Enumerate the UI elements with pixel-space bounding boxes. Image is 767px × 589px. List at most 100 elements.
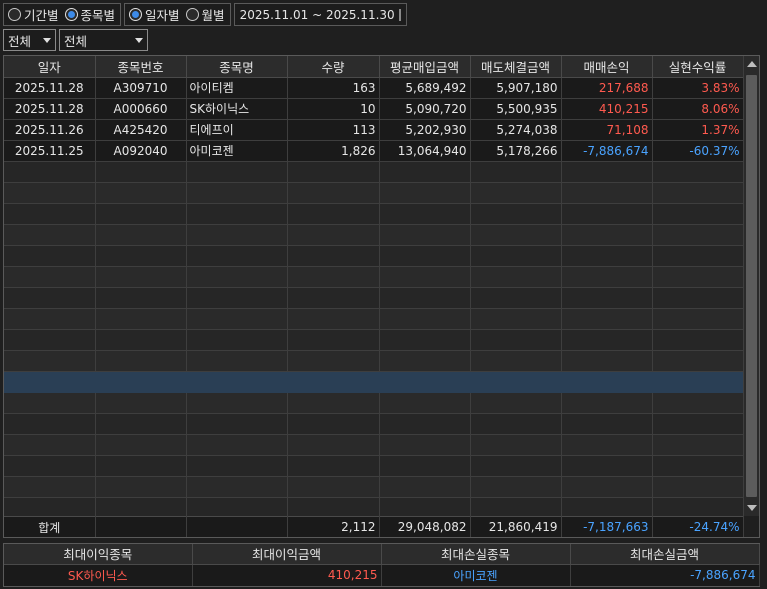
empty-row[interactable] [4, 350, 744, 372]
empty-cell [186, 161, 288, 183]
summary-value-row: SK하이닉스 410,215 아미코젠 -7,886,674 [4, 564, 760, 586]
empty-cell [379, 287, 471, 309]
empty-cell [652, 308, 744, 330]
account-filter-dropdown[interactable]: 전체 [3, 29, 56, 51]
cell-date: 2025.11.25 [4, 140, 96, 162]
empty-row[interactable] [4, 224, 744, 246]
col-header-pnl[interactable]: 매매손익 [561, 56, 653, 78]
col-header-avg-buy[interactable]: 평균매입금액 [379, 56, 471, 78]
empty-cell [652, 350, 744, 372]
table-row[interactable]: 2025.11.26 A425420 티에프이 113 5,202,930 5,… [4, 119, 744, 141]
total-empty-cell [186, 516, 288, 537]
table-row[interactable]: 2025.11.25 A092040 아미코젠 1,826 13,064,940… [4, 140, 744, 162]
summary-header-max-loss-amount: 최대손실금액 [570, 544, 760, 565]
radio-monthly-label[interactable]: 월별 [202, 5, 225, 24]
empty-cell [379, 497, 471, 519]
empty-row[interactable] [4, 182, 744, 204]
max-profit-amount: 410,215 [192, 564, 382, 586]
empty-cell [379, 308, 471, 330]
empty-cell [186, 476, 288, 498]
radio-by-stock-label[interactable]: 종목별 [81, 5, 116, 24]
category-filter-dropdown[interactable]: 전체 [59, 29, 148, 51]
radio-daily-label[interactable]: 일자별 [145, 5, 180, 24]
empty-cell [287, 476, 380, 498]
empty-row[interactable] [4, 203, 744, 225]
radio-daily[interactable]: 일자별 [129, 5, 180, 24]
empty-cell [470, 476, 562, 498]
empty-cell [561, 413, 653, 435]
cell-qty: 113 [287, 119, 380, 141]
empty-row[interactable] [4, 392, 744, 414]
empty-cell [561, 182, 653, 204]
summary-header-max-profit-amount: 최대이익금액 [192, 544, 382, 565]
empty-row[interactable] [4, 308, 744, 330]
radio-monthly[interactable]: 월별 [185, 5, 225, 24]
empty-cell [470, 413, 562, 435]
scroll-thumb[interactable] [746, 75, 757, 497]
empty-row[interactable] [4, 413, 744, 435]
empty-cell [652, 224, 744, 246]
col-header-date[interactable]: 일자 [4, 56, 96, 78]
selected-empty-row[interactable] [4, 371, 744, 393]
radio-period[interactable]: 기간별 [8, 5, 59, 24]
cell-avg-buy: 13,064,940 [379, 140, 471, 162]
radio-period-label[interactable]: 기간별 [24, 5, 59, 24]
empty-cell [4, 497, 96, 519]
category-filter-value[interactable]: 전체 [64, 31, 131, 50]
radio-by-stock[interactable]: 종목별 [64, 5, 116, 24]
empty-cell [4, 287, 96, 309]
chevron-down-icon[interactable] [43, 37, 51, 43]
col-header-qty[interactable]: 수량 [287, 56, 380, 78]
chevron-down-icon[interactable] [135, 37, 143, 43]
empty-cell [95, 287, 187, 309]
empty-row[interactable] [4, 329, 744, 351]
radio-period-indicator[interactable] [8, 8, 21, 21]
radio-monthly-indicator[interactable] [185, 8, 199, 21]
total-label: 합계 [4, 516, 96, 537]
calendar-icon[interactable] [398, 8, 401, 21]
col-header-rate[interactable]: 실현수익률 [652, 56, 744, 78]
vertical-scrollbar[interactable] [743, 56, 759, 516]
scroll-down-arrow-icon[interactable] [747, 505, 757, 511]
empty-row[interactable] [4, 161, 744, 183]
col-header-code[interactable]: 종목번호 [95, 56, 187, 78]
account-filter-value[interactable]: 전체 [8, 31, 39, 50]
empty-cell [186, 371, 288, 393]
date-range-input[interactable]: 2025.11.01 ~ 2025.11.30 [233, 3, 407, 26]
empty-row[interactable] [4, 287, 744, 309]
empty-cell [379, 434, 471, 456]
empty-cell [379, 266, 471, 288]
col-header-sell-amount[interactable]: 매도체결금액 [470, 56, 562, 78]
empty-cell [652, 245, 744, 267]
col-header-name[interactable]: 종목명 [186, 56, 288, 78]
total-pnl: -7,187,663 [561, 516, 653, 537]
empty-row[interactable] [4, 434, 744, 456]
empty-row[interactable] [4, 476, 744, 498]
radio-daily-indicator[interactable] [129, 8, 143, 21]
cell-code: A092040 [95, 140, 187, 162]
radio-by-stock-indicator[interactable] [64, 8, 78, 21]
empty-cell [95, 224, 187, 246]
empty-row[interactable] [4, 245, 744, 267]
empty-cell [561, 203, 653, 225]
empty-row[interactable] [4, 455, 744, 477]
table-row[interactable]: 2025.11.28 A000660 SK하이닉스 10 5,090,720 5… [4, 98, 744, 120]
empty-cell [287, 308, 380, 330]
date-range-text[interactable]: 2025.11.01 ~ 2025.11.30 [240, 8, 395, 22]
empty-cell [652, 434, 744, 456]
empty-cell [186, 497, 288, 519]
cell-rate: 1.37% [652, 119, 744, 141]
empty-row[interactable] [4, 266, 744, 288]
empty-row[interactable] [4, 497, 744, 519]
filter-bar: 기간별 종목별 일자별 월별 2025.11.01 ~ 2025.11.30 [3, 3, 407, 26]
empty-cell [561, 266, 653, 288]
table-row[interactable]: 2025.11.28 A309710 아이티켐 163 5,689,492 5,… [4, 77, 744, 99]
empty-cell [186, 203, 288, 225]
cell-sell-amount: 5,274,038 [470, 119, 562, 141]
summary-header-max-loss-name: 최대손실종목 [381, 544, 571, 565]
dropdown-row: 전체 전체 [3, 29, 148, 51]
scroll-up-arrow-icon[interactable] [747, 61, 757, 67]
empty-cell [95, 476, 187, 498]
cell-rate: 3.83% [652, 77, 744, 99]
empty-cell [4, 476, 96, 498]
